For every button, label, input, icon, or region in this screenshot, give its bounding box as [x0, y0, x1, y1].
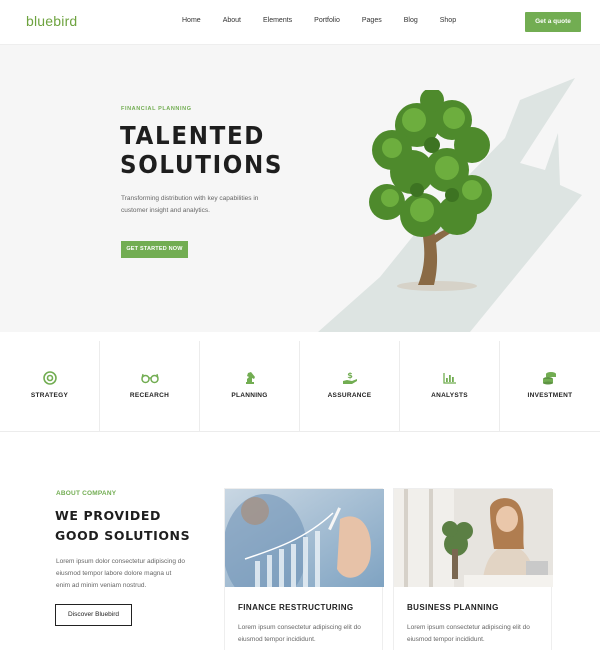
feature-label: RECEARCH [129, 392, 170, 399]
hero-eyebrow: FINANCIAL PLANNING [121, 106, 192, 112]
hero-title-line1: TALENTED [120, 121, 266, 150]
service-card-finance[interactable]: FINANCE RESTRUCTURING Lorem ipsum consec… [224, 488, 384, 650]
nav-shop[interactable]: Shop [440, 17, 456, 24]
card-description: Lorem ipsum consectetur adipiscing elit … [407, 624, 530, 643]
hero-title-line2: SOLUTIONS [120, 150, 284, 179]
about-title: WE PROVIDED GOOD SOLUTIONS [55, 508, 191, 543]
feature-research[interactable]: RECEARCH [100, 341, 200, 431]
svg-text:$: $ [347, 371, 353, 380]
feature-label: PLANNING [231, 392, 268, 399]
discover-button[interactable]: Discover Bluebird [55, 604, 132, 626]
get-started-button[interactable]: GET STARTED NOW [121, 241, 188, 258]
finance-card-image [225, 489, 384, 587]
feature-label: INVESTMENT [527, 392, 573, 399]
service-card-business[interactable]: BUSINESS PLANNING Lorem ipsum consectetu… [393, 488, 553, 650]
money-tree-image [369, 90, 492, 291]
hero-title: TALENTED SOLUTIONS [120, 121, 283, 179]
main-nav: Home About Elements Portfolio Pages Blog… [182, 17, 478, 24]
hero-section: FINANCIAL PLANNING TALENTED SOLUTIONS Tr… [0, 45, 600, 332]
feature-investment[interactable]: INVESTMENT [500, 341, 600, 431]
feature-label: ANALYSTS [431, 392, 468, 399]
features-row: STRATEGY RECEARCH PLANNING $ ASSURANCE A… [0, 341, 600, 431]
card-title: FINANCE RESTRUCTURING [238, 603, 354, 612]
nav-about[interactable]: About [223, 17, 241, 24]
hero-description: Transforming distribution with key capab… [121, 195, 259, 214]
target-icon [0, 371, 99, 390]
bar-chart-icon [400, 371, 499, 389]
nav-blog[interactable]: Blog [404, 17, 418, 24]
coins-icon [500, 371, 600, 390]
feature-strategy[interactable]: STRATEGY [0, 341, 100, 431]
nav-pages[interactable]: Pages [362, 17, 382, 24]
hand-money-icon: $ [300, 371, 399, 390]
business-card-image [394, 489, 553, 587]
feature-analysts[interactable]: ANALYSTS [400, 341, 500, 431]
about-eyebrow: ABOUT COMPANY [56, 490, 117, 497]
nav-elements[interactable]: Elements [263, 17, 292, 24]
chess-knight-icon [200, 371, 299, 390]
section-divider [0, 431, 600, 432]
feature-label: ASSURANCE [327, 392, 372, 399]
glasses-icon [100, 371, 199, 389]
feature-assurance[interactable]: $ ASSURANCE [300, 341, 400, 431]
nav-home[interactable]: Home [182, 17, 201, 24]
about-description: Lorem ipsum dolor consectetur adipiscing… [56, 558, 185, 589]
nav-portfolio[interactable]: Portfolio [314, 17, 340, 24]
card-title: BUSINESS PLANNING [407, 603, 499, 612]
feature-label: STRATEGY [30, 392, 69, 399]
logo[interactable]: bluebird [26, 13, 77, 29]
get-quote-button[interactable]: Get a quote [525, 12, 581, 32]
feature-planning[interactable]: PLANNING [200, 341, 300, 431]
card-description: Lorem ipsum consectetur adipiscing elit … [238, 624, 361, 643]
site-header: bluebird Home About Elements Portfolio P… [0, 0, 600, 45]
